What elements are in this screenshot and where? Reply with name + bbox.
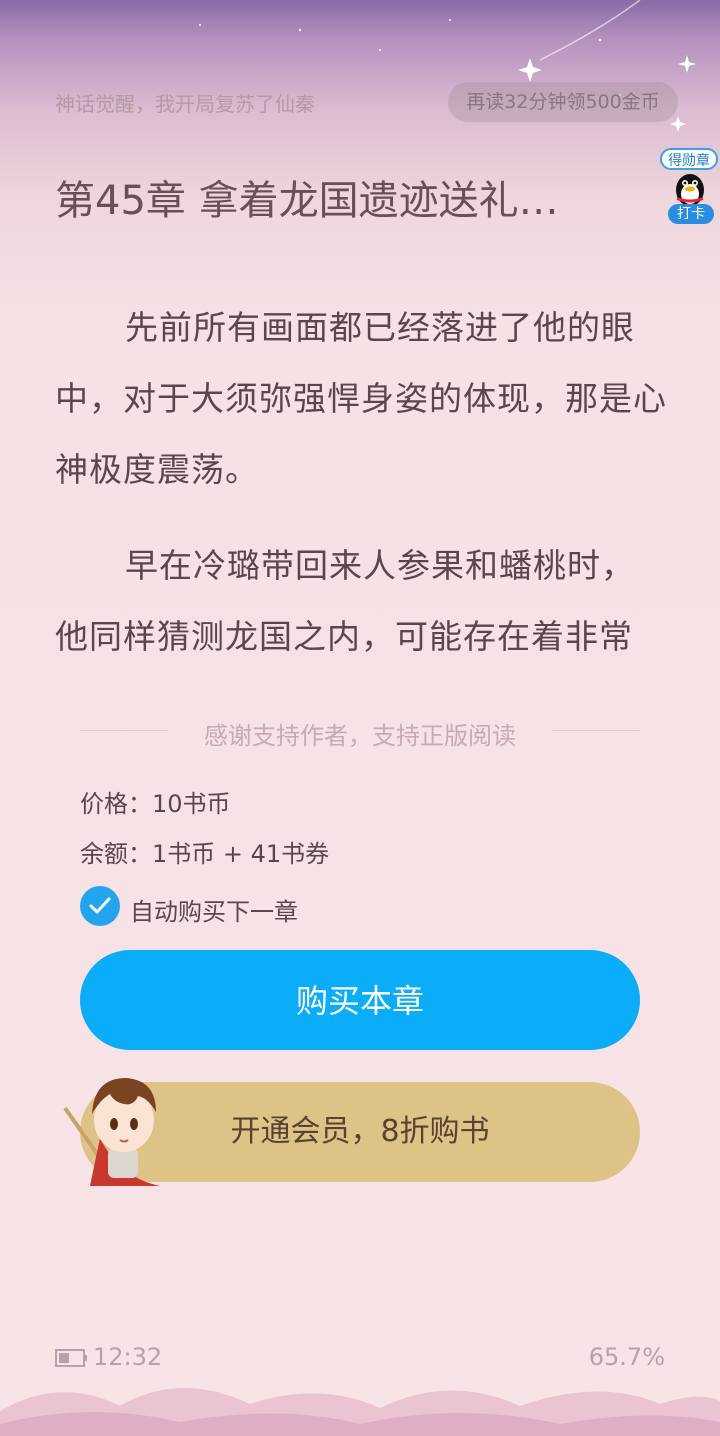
- starry-sky-decoration: [199, 0, 696, 132]
- support-divider: 感谢支持作者，支持正版阅读: [80, 716, 640, 750]
- chapter-title: 第45章 拿着龙国遗迹送礼…: [55, 178, 559, 224]
- reading-reward-pill[interactable]: 再读32分钟领500金币: [448, 82, 678, 122]
- battery-icon: [55, 1349, 87, 1367]
- badge-medal-label: 得勋章: [660, 148, 718, 170]
- check-icon: [89, 897, 111, 914]
- auto-buy-label: 自动购买下一章: [130, 898, 298, 926]
- chapter-paragraph: 早在冷璐带回来人参果和蟠桃时，他同样猜测龙国之内，可能存在着非常: [55, 546, 635, 656]
- support-text: 感谢支持作者，支持正版阅读: [204, 722, 516, 750]
- checkin-badge[interactable]: 得勋章 打卡: [660, 148, 720, 228]
- mascot-avatar: [63, 1078, 160, 1186]
- buy-chapter-button[interactable]: 购买本章: [80, 950, 640, 1050]
- auto-buy-checkbox[interactable]: [80, 886, 120, 926]
- divider-line-right: [552, 730, 640, 731]
- badge-checkin-label: 打卡: [668, 204, 714, 224]
- mountain-decoration: [0, 1387, 720, 1436]
- price-text: 价格：10书币: [80, 790, 231, 818]
- chapter-paragraph: 先前所有画面都已经落进了他的眼中，对于大须弥强悍身姿的体现，那是心神极度震荡。: [55, 308, 667, 489]
- balance-text: 余额：1书币 + 41书券: [80, 840, 330, 868]
- book-title: 神话觉醒，我开局复苏了仙秦: [55, 92, 315, 116]
- qq-penguin-icon: [676, 174, 704, 206]
